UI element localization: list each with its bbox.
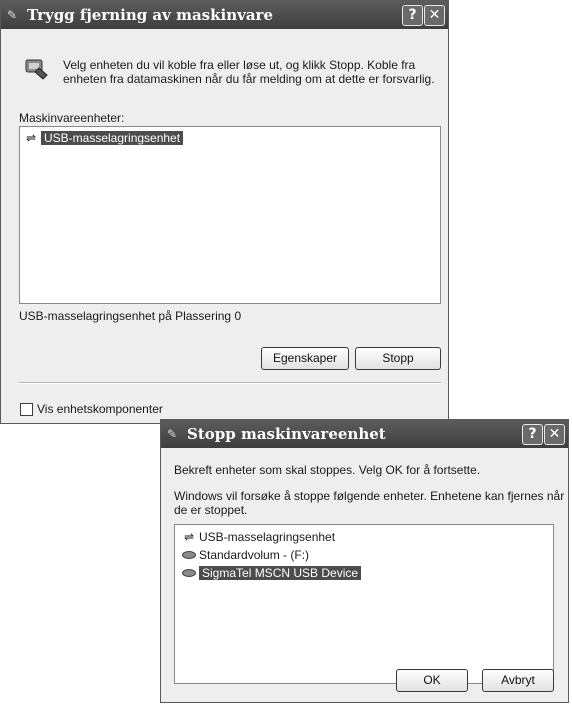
stop-dialog-titlebar[interactable]: ✎ Stopp maskinvareenhet ? ✕ [161,420,568,448]
help-button[interactable]: ? [402,5,423,26]
safe-removal-app-icon: ✎ [7,8,18,22]
list-item[interactable]: ⇌ USB-masselagringsenhet [23,130,184,147]
info-text-line2: de er stoppet. [174,503,248,517]
list-item[interactable]: ⇌ USB-masselagringsenhet [181,529,335,546]
usb-icon: ⇌ [25,131,37,145]
safe-removal-title: Trygg fjerning av maskinvare [27,6,274,24]
device-status-text: USB-masselagringsenhet på Plassering 0 [19,309,242,323]
stop-device-dialog: ✎ Stopp maskinvareenhet ? ✕ Bekreft enhe… [160,419,569,703]
drive-icon [181,565,197,582]
cancel-button[interactable]: Avbryt [482,669,554,692]
hardware-icon [23,55,49,84]
ok-button[interactable]: OK [396,669,468,692]
list-item[interactable]: SigmaTel MSCN USB Device [181,565,362,582]
usb-icon: ⇌ [183,530,195,544]
stop-dialog-app-icon: ✎ [167,427,178,441]
close-button[interactable]: ✕ [544,424,565,445]
safe-removal-titlebar[interactable]: ✎ Trygg fjerning av maskinvare ? ✕ [1,1,448,29]
devices-label: Maskinvareenheter: [19,111,125,125]
stop-dialog-title: Stopp maskinvareenhet [187,425,386,443]
device-label: Standardvolum - (F:) [199,548,310,562]
instruction-text-line2: enheten fra datamaskinen når du får meld… [63,72,435,86]
stop-button[interactable]: Stopp [355,347,441,370]
close-button[interactable]: ✕ [424,5,445,26]
device-label: SigmaTel MSCN USB Device [199,566,362,580]
instruction-text-line1: Velg enheten du vil koble fra eller løse… [63,58,416,72]
safe-removal-window: ✎ Trygg fjerning av maskinvare ? ✕ Velg … [0,0,449,424]
separator [19,382,441,384]
list-item[interactable]: Standardvolum - (F:) [181,547,309,564]
info-text-line1: Windows vil forsøke å stoppe følgende en… [174,489,565,503]
drive-icon [181,547,197,564]
properties-button[interactable]: Egenskaper [261,347,349,370]
devices-list[interactable]: ⇌ USB-masselagringsenhet [19,126,441,304]
confirm-text: Bekreft enheter som skal stoppes. Velg O… [174,463,481,477]
device-label: USB-masselagringsenhet [41,131,184,145]
show-components-label: Vis enhetskomponenter [37,402,163,416]
stop-devices-list[interactable]: ⇌ USB-masselagringsenhet Standardvolum - … [174,524,554,684]
help-button[interactable]: ? [522,424,543,445]
device-label: USB-masselagringsenhet [199,530,336,544]
show-components-checkbox[interactable] [20,403,33,416]
